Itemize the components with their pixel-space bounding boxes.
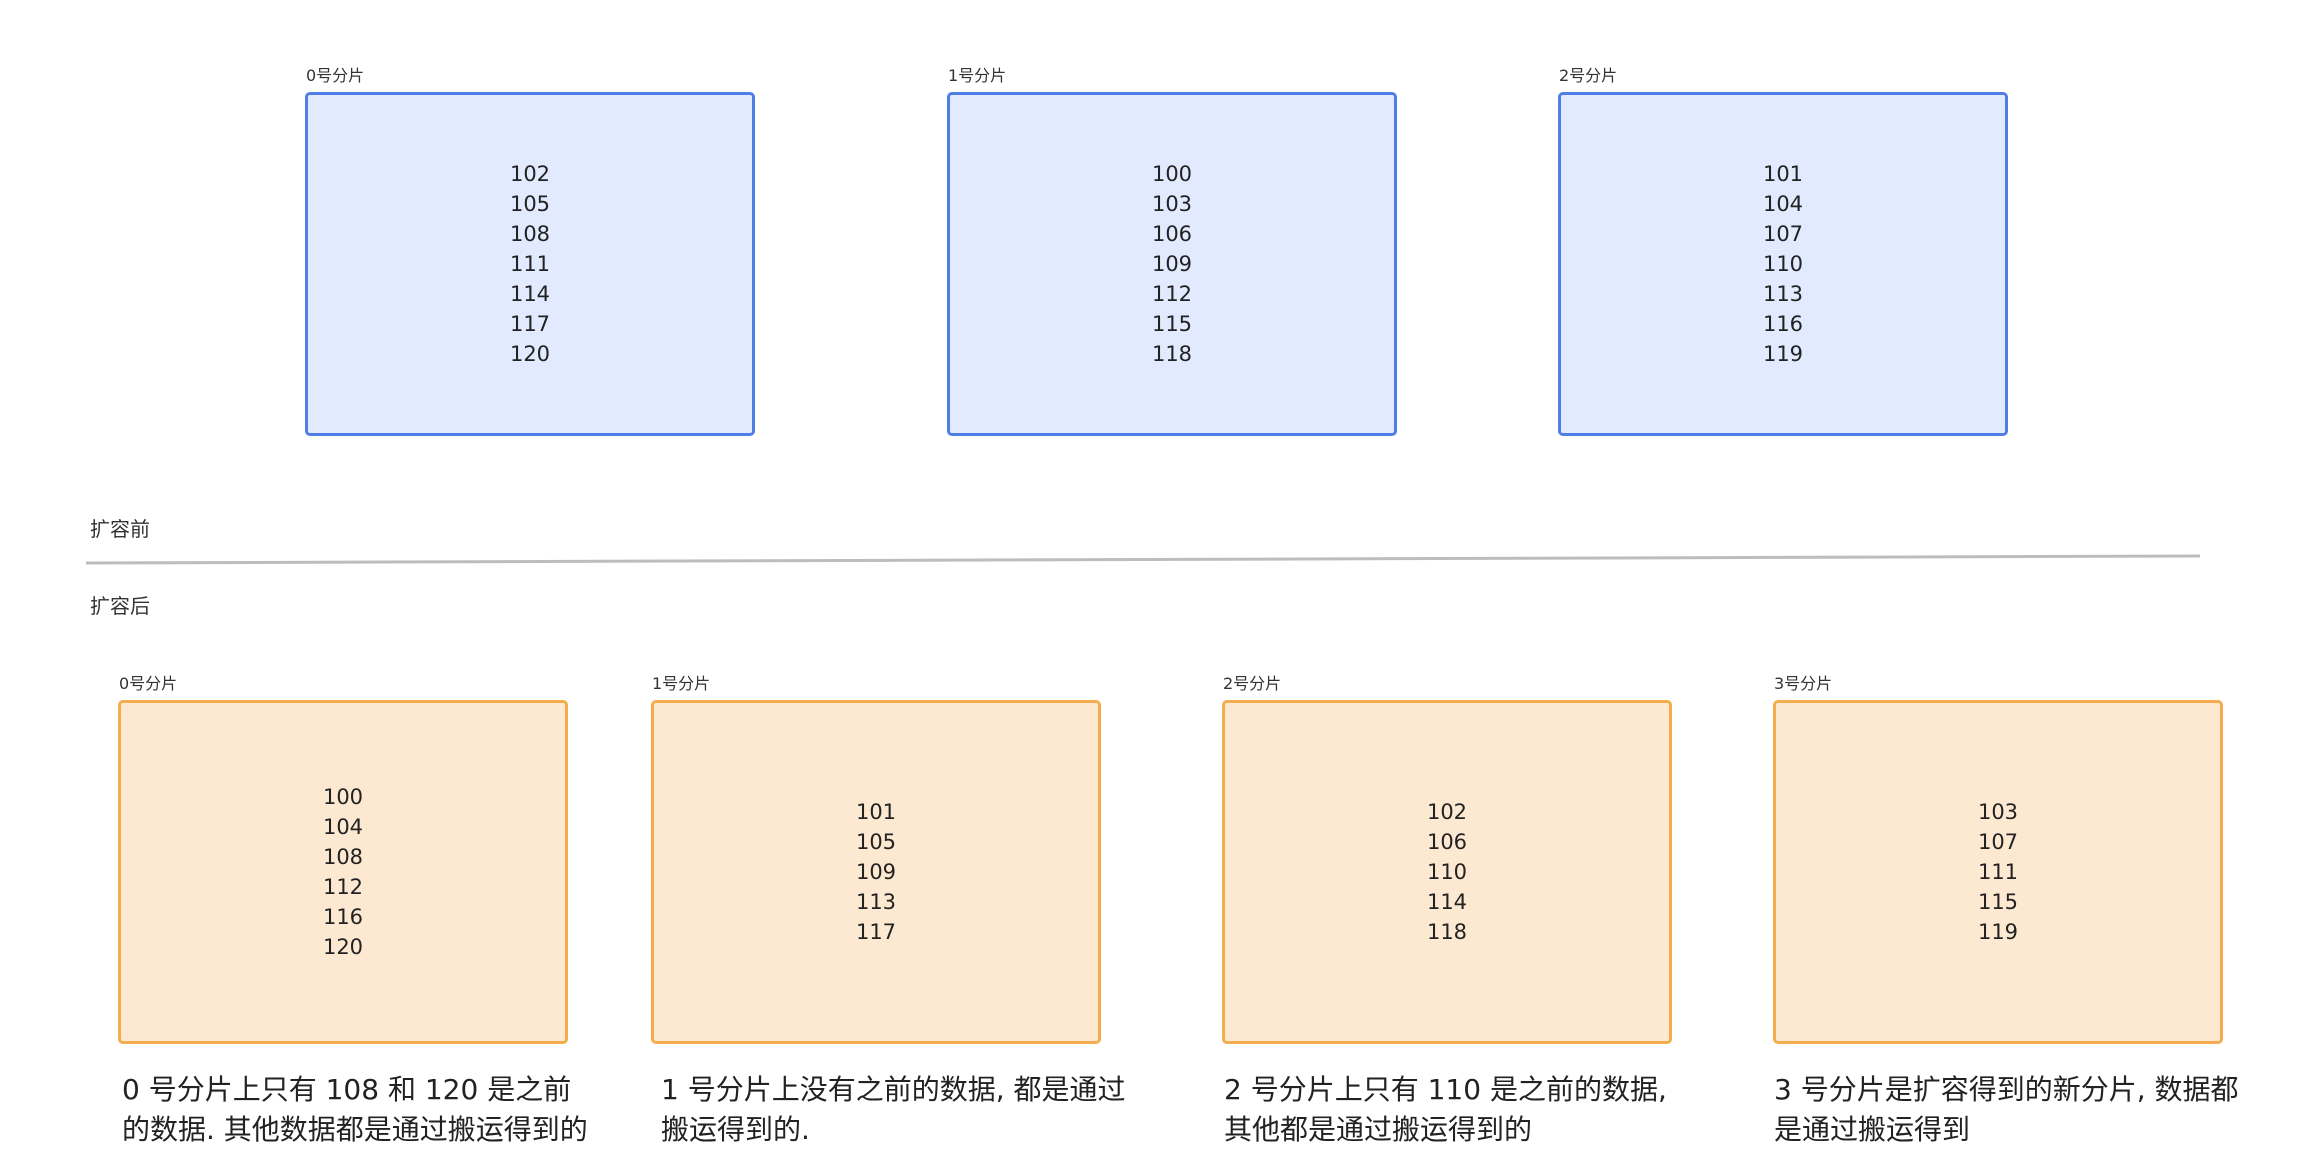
shard-value: 104 [322,815,364,839]
shard-value: 114 [1426,890,1468,914]
shard-value: 119 [1977,920,2019,944]
shard-value: 115 [1977,890,2019,914]
shard-value: 100 [322,785,364,809]
shard-value: 112 [322,875,364,899]
shard-value: 106 [1426,830,1468,854]
shard-value: 105 [855,830,897,854]
shard-value: 103 [1977,800,2019,824]
after-shard-2-note: 2 号分片上只有 110 是之前的数据, 其他都是通过搬运得到的 [1224,1073,1667,1146]
after-shard-0-label: 0号分片 [119,674,178,693]
after-shard-0-note: 0 号分片上只有 108 和 120 是之前的数据. 其他数据都是通过搬运得到的 [122,1073,588,1146]
after-shard-2-values: 102 106 110 114 118 [1427,797,1467,947]
shard-value: 120 [322,935,364,959]
after-shard-3-note: 3 号分片是扩容得到的新分片, 数据都是通过搬运得到 [1774,1073,2239,1146]
after-shard-1-box: 101 105 109 113 117 [651,700,1101,1044]
after-section-label: 扩容后 [90,594,150,618]
divider-line [85,554,2201,565]
shard-value: 116 [322,905,364,929]
shard-value: 117 [855,920,897,944]
shard-value: 111 [1977,860,2019,884]
after-shard-2-box: 102 106 110 114 118 [1222,700,1672,1044]
after-shard-1-note: 1 号分片上没有之前的数据, 都是通过搬运得到的. [661,1073,1126,1146]
after-shard-1-label: 1号分片 [652,674,711,693]
after-shard-1-values: 101 105 109 113 117 [856,797,896,947]
after-shard-0-box: 100 104 108 112 116 120 [118,700,568,1044]
shard-value: 109 [855,860,897,884]
after-shard-3-box: 103 107 111 115 119 [1773,700,2223,1044]
shard-value: 102 [1426,800,1468,824]
shard-value: 118 [1426,920,1468,944]
shard-value: 113 [855,890,897,914]
shard-value: 107 [1977,830,2019,854]
after-shard-3-values: 103 107 111 115 119 [1978,797,2018,947]
shard-value: 108 [322,845,364,869]
after-shard-0-values: 100 104 108 112 116 120 [323,782,363,962]
shard-value: 101 [855,800,897,824]
after-shard-2-label: 2号分片 [1223,674,1282,693]
after-shard-3-label: 3号分片 [1774,674,1833,693]
shard-value: 110 [1426,860,1468,884]
